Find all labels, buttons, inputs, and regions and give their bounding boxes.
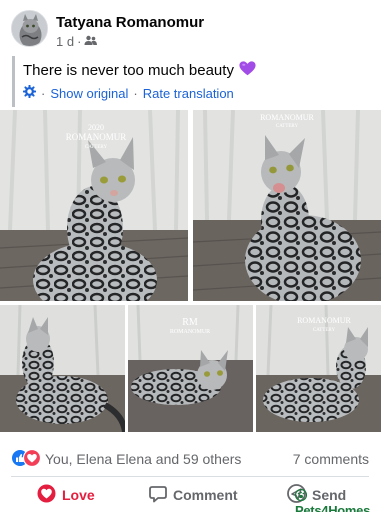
watermark-text: Pets4Homes [295, 503, 371, 512]
watermark-year: 2020 [88, 123, 104, 132]
post-meta: 1 d · [56, 34, 98, 49]
author-avatar[interactable] [11, 10, 48, 47]
post-text: There is never too much beauty [23, 60, 256, 81]
love-button[interactable]: Love [37, 484, 95, 506]
post-header: Tatyana Romanomur 1 d · [0, 0, 381, 54]
post-time[interactable]: 1 d [56, 34, 74, 49]
reactions-summary[interactable]: You, Elena Elena and 59 others 7 comment… [0, 444, 381, 472]
meta-separator: · [77, 34, 82, 49]
separator-dot: · [133, 85, 138, 101]
watermark-sub: CATTERY [276, 124, 299, 129]
watermark-name: ROMANOMUR [297, 316, 351, 325]
photo-5[interactable]: ROMANOMUR CATTERY [256, 305, 381, 432]
watermark-name: ROMANOMUR [170, 329, 210, 335]
paw-icon [294, 488, 308, 503]
reactions-text[interactable]: You, Elena Elena and 59 others [45, 451, 241, 467]
post-message: There is never too much beauty [23, 62, 234, 79]
love-reaction-icon [22, 448, 42, 468]
reaction-icons [11, 448, 42, 468]
show-original-link[interactable]: Show original [50, 86, 128, 101]
watermark-sub: CATTERY [85, 145, 108, 150]
photo-1[interactable]: 2020 ROMANOMUR CATTERY [0, 110, 188, 301]
photo-grid: 2020 ROMANOMUR CATTERY ROMANOMUR CATTERY… [0, 110, 381, 432]
watermark-sub: CATTERY [313, 328, 336, 333]
photo-4[interactable]: RM ROMANOMUR [128, 305, 253, 432]
watermark-name: ROMANOMUR [260, 113, 314, 122]
love-label: Love [62, 487, 95, 503]
author-name[interactable]: Tatyana Romanomur [56, 14, 204, 31]
watermark-name: ROMANOMUR [66, 132, 127, 142]
translation-row: · Show original · Rate translation [22, 84, 234, 101]
comment-button[interactable]: Comment [149, 484, 238, 506]
photo-2[interactable]: ROMANOMUR CATTERY [193, 110, 381, 301]
rate-translation-link[interactable]: Rate translation [143, 86, 234, 101]
comments-count[interactable]: 7 comments [293, 451, 369, 467]
separator-dot: · [41, 85, 46, 101]
comment-label: Comment [173, 487, 238, 503]
svg-text:RM: RM [182, 317, 198, 328]
friends-icon [84, 34, 98, 49]
photo-3[interactable] [0, 305, 125, 432]
purple-heart-icon [239, 60, 256, 81]
action-bar: Love Comment Send Pets4Homes [0, 478, 381, 512]
comment-icon [149, 485, 167, 506]
pets4homes-watermark: Pets4Homes [294, 488, 381, 512]
translated-text-block: There is never too much beauty · Show or… [12, 56, 372, 107]
divider [11, 476, 369, 477]
gear-icon[interactable] [22, 84, 37, 101]
love-icon [37, 484, 56, 506]
